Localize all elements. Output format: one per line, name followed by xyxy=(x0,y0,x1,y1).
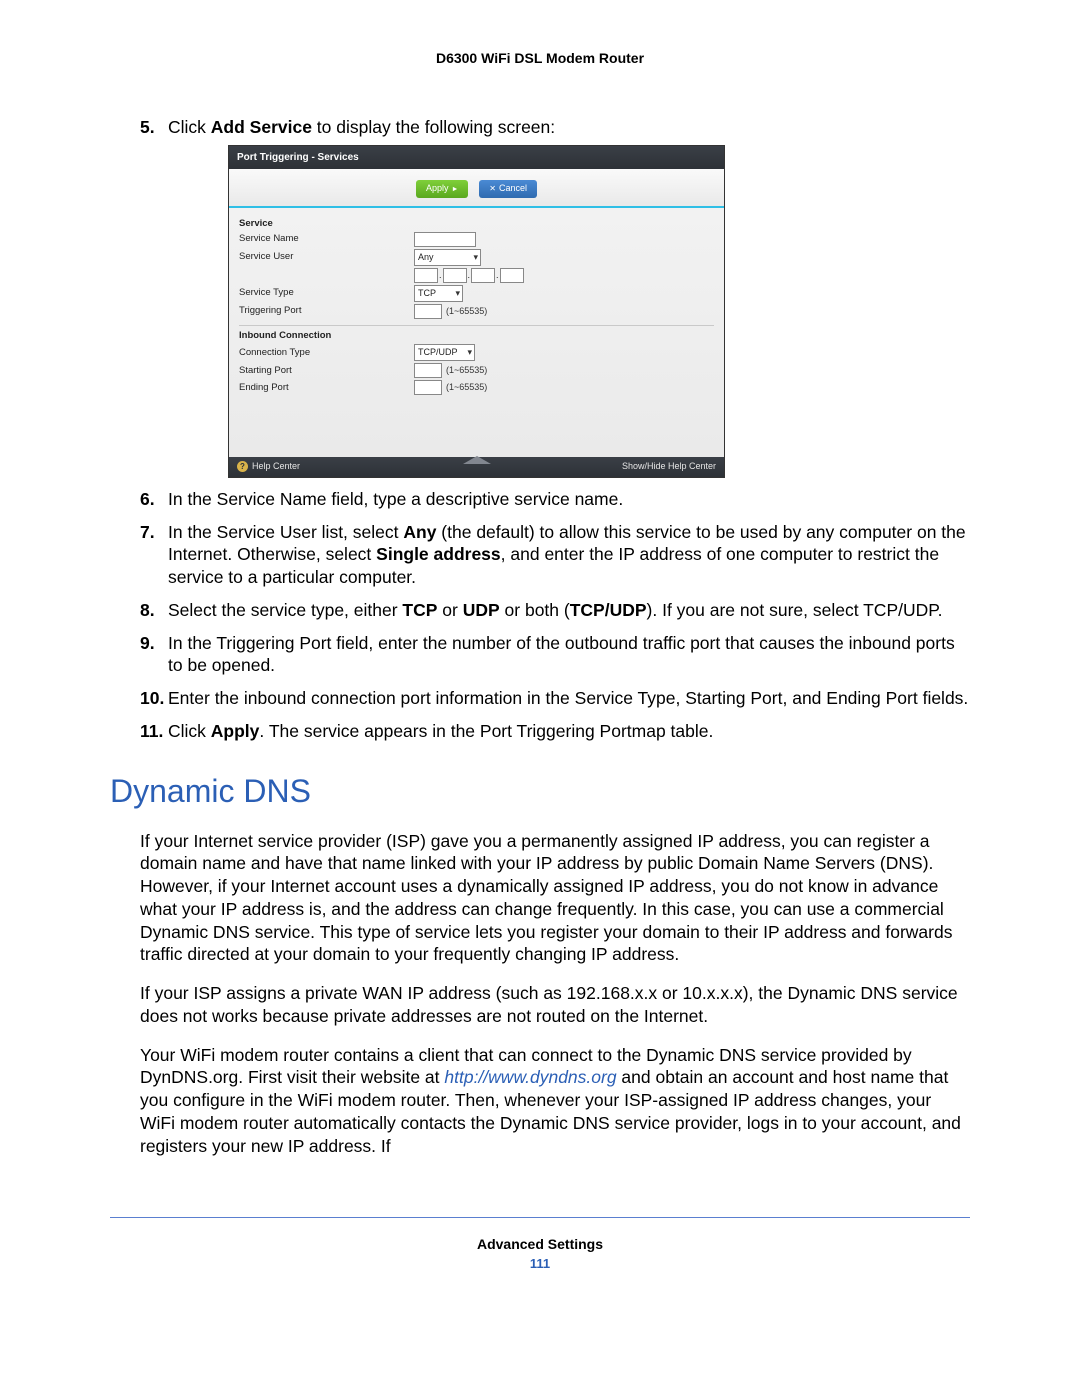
service-name-label: Service Name xyxy=(239,233,414,245)
port-triggering-screenshot: Port Triggering - Services Apply Cancel … xyxy=(228,145,725,478)
ending-port-input[interactable] xyxy=(414,380,442,395)
step-number-11: 11. xyxy=(140,720,163,743)
s11c: . The service appears in the Port Trigge… xyxy=(259,721,713,741)
dynamic-dns-p1: If your Internet service provider (ISP) … xyxy=(140,830,970,967)
service-user-label: Service User xyxy=(239,251,414,263)
drag-handle-icon[interactable] xyxy=(463,456,491,464)
s11b: Apply xyxy=(211,721,260,741)
connection-type-label: Connection Type xyxy=(239,347,414,359)
step-11-text: Click Apply. The service appears in the … xyxy=(168,721,713,741)
s8c: or xyxy=(437,600,462,620)
inbound-section-header: Inbound Connection xyxy=(239,330,714,342)
ip-octet-3[interactable] xyxy=(471,268,495,283)
s8e: or both ( xyxy=(500,600,570,620)
footer-section-label: Advanced Settings xyxy=(110,1236,970,1252)
service-type-label: Service Type xyxy=(239,287,414,299)
dyndns-link[interactable]: http://www.dyndns.org xyxy=(444,1067,616,1087)
page-number: 111 xyxy=(110,1256,970,1271)
step-number-6: 6. xyxy=(140,488,155,511)
service-user-select[interactable]: Any xyxy=(414,249,481,266)
cancel-button-label: Cancel xyxy=(499,183,527,193)
service-type-select[interactable]: TCP xyxy=(414,285,463,302)
service-section-header: Service xyxy=(239,218,714,230)
triggering-port-label: Triggering Port xyxy=(239,305,414,317)
dynamic-dns-p2: If your ISP assigns a private WAN IP add… xyxy=(140,982,970,1028)
screenshot-footer: Help Center Show/Hide Help Center xyxy=(229,457,724,477)
footer-divider xyxy=(110,1217,970,1218)
ending-port-range: (1~65535) xyxy=(446,382,487,392)
s8a: Select the service type, either xyxy=(168,600,402,620)
step-number-5: 5. xyxy=(140,116,155,139)
ip-address-field[interactable]: ... xyxy=(414,268,524,283)
s8d: UDP xyxy=(463,600,500,620)
step-5-text: Click Add Service to display the followi… xyxy=(168,117,555,137)
step-7-text: In the Service User list, select Any (th… xyxy=(168,522,966,588)
step-5-bold: Add Service xyxy=(211,117,312,137)
dynamic-dns-heading: Dynamic DNS xyxy=(110,773,970,810)
apply-button[interactable]: Apply xyxy=(416,180,468,198)
s8g: ). If you are not sure, select TCP/UDP. xyxy=(647,600,943,620)
s11a: Click xyxy=(168,721,211,741)
triggering-port-input[interactable] xyxy=(414,304,442,319)
connection-type-select[interactable]: TCP/UDP xyxy=(414,344,475,361)
s8b: TCP xyxy=(402,600,437,620)
screenshot-body: Service Service Name Service User Any ..… xyxy=(229,208,724,458)
step-number-8: 8. xyxy=(140,599,155,622)
step-6-text: In the Service Name field, type a descri… xyxy=(168,489,623,509)
step-10-text: Enter the inbound connection port inform… xyxy=(168,688,968,708)
step-number-10: 10. xyxy=(140,687,164,710)
close-icon xyxy=(489,183,499,193)
ip-octet-4[interactable] xyxy=(500,268,524,283)
service-name-input[interactable] xyxy=(414,232,476,247)
help-center-link[interactable]: Help Center xyxy=(237,461,300,473)
document-header: D6300 WiFi DSL Modem Router xyxy=(110,50,970,66)
ip-octet-1[interactable] xyxy=(414,268,438,283)
s7d: Single address xyxy=(376,544,501,564)
s8f: TCP/UDP xyxy=(570,600,647,620)
step-8-text: Select the service type, either TCP or U… xyxy=(168,600,943,620)
step-number-9: 9. xyxy=(140,632,155,655)
starting-port-range: (1~65535) xyxy=(446,365,487,375)
s7a: In the Service User list, select xyxy=(168,522,403,542)
screenshot-toolbar: Apply Cancel xyxy=(229,169,724,208)
triggering-port-range: (1~65535) xyxy=(446,306,487,316)
step-9-text: In the Triggering Port field, enter the … xyxy=(168,633,955,676)
divider xyxy=(239,325,714,326)
apply-button-label: Apply xyxy=(426,183,449,193)
cancel-button[interactable]: Cancel xyxy=(479,180,537,198)
starting-port-label: Starting Port xyxy=(239,365,414,377)
starting-port-input[interactable] xyxy=(414,363,442,378)
s7b: Any xyxy=(403,522,436,542)
step-number-7: 7. xyxy=(140,521,155,544)
step-5-prefix: Click xyxy=(168,117,211,137)
ending-port-label: Ending Port xyxy=(239,382,414,394)
play-icon xyxy=(448,183,458,193)
show-hide-help-link[interactable]: Show/Hide Help Center xyxy=(622,461,716,473)
screenshot-title: Port Triggering - Services xyxy=(229,146,724,169)
ip-octet-2[interactable] xyxy=(443,268,467,283)
dynamic-dns-p3: Your WiFi modem router contains a client… xyxy=(140,1044,970,1158)
step-5-suffix: to display the following screen: xyxy=(312,117,555,137)
